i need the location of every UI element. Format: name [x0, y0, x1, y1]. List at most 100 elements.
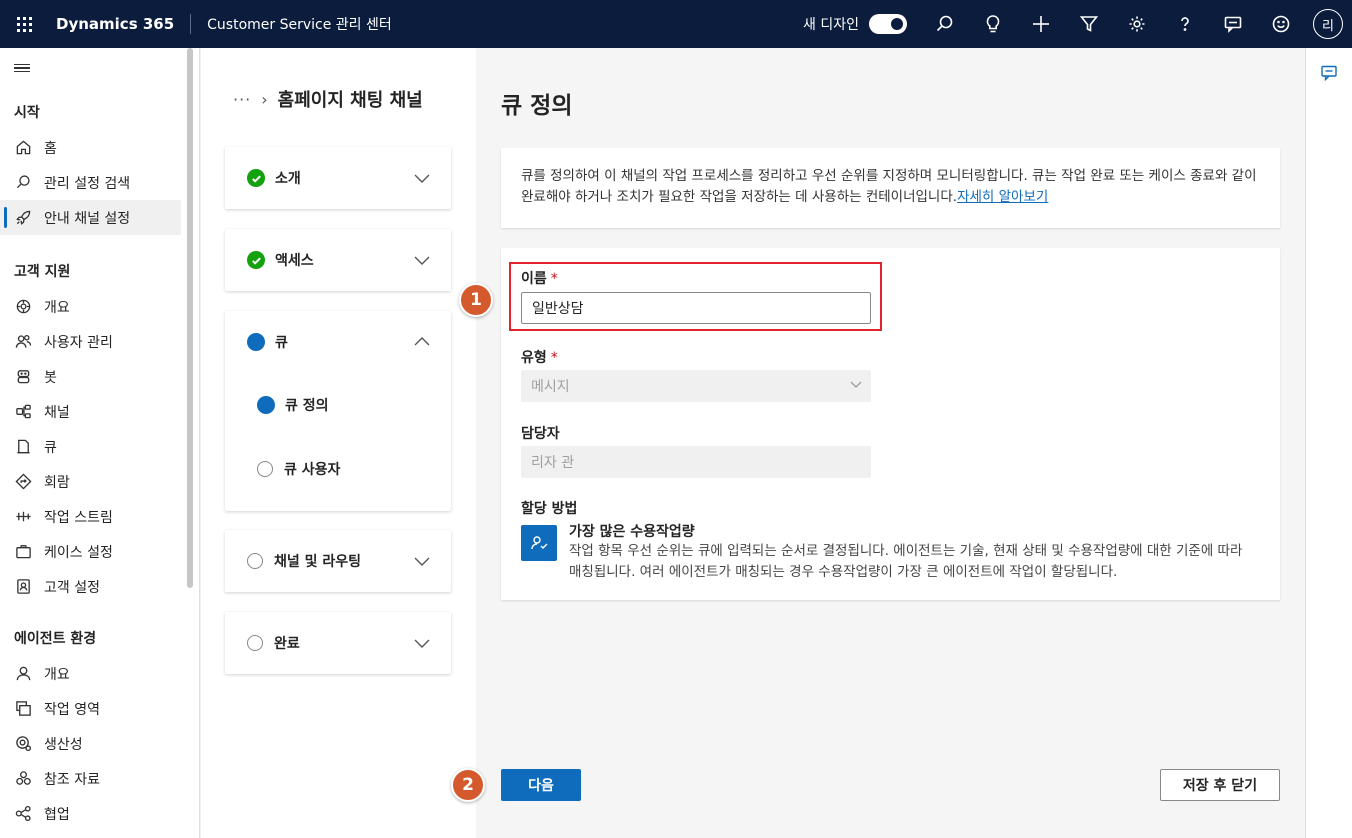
step-finish[interactable]: 완료 — [225, 612, 451, 674]
help-icon[interactable] — [1161, 0, 1209, 48]
hamburger-menu-icon[interactable] — [0, 48, 199, 88]
step-access[interactable]: 액세스 — [225, 229, 451, 291]
bot-icon — [14, 368, 32, 386]
check-circle-icon — [247, 251, 265, 269]
sidebar-item-label: 협업 — [44, 806, 70, 823]
sidebar-item-channels[interactable]: 채널 — [0, 394, 181, 429]
step-channel-routing[interactable]: 채널 및 라우팅 — [225, 530, 451, 592]
sidebar-item-admin-search[interactable]: 관리 설정 검색 — [0, 165, 181, 200]
nav-section-title: 에이전트 환경 — [14, 631, 97, 647]
contact-icon — [14, 578, 32, 596]
step-queue[interactable]: 큐 큐 정의 큐 사용자 — [225, 311, 451, 511]
productivity-icon — [14, 735, 32, 753]
sidebar-item-bots[interactable]: 봇 — [0, 359, 181, 394]
current-substep-dot-icon — [257, 396, 275, 414]
sidebar-item-workspaces[interactable]: 작업 영역 — [0, 691, 181, 726]
plus-icon[interactable] — [1017, 0, 1065, 48]
empty-circle-icon — [247, 553, 263, 569]
search-icon — [14, 174, 32, 192]
sidebar-item-user-management[interactable]: 사용자 관리 — [0, 324, 181, 359]
owner-label: 담당자 — [521, 426, 560, 442]
step-label: 큐 — [275, 335, 288, 351]
info-card: 큐를 정의하여 이 채널의 작업 프로세스를 정리하고 우선 순위를 지정하며 … — [501, 148, 1280, 228]
settings-icon[interactable] — [1113, 0, 1161, 48]
name-label: 이름 * — [521, 271, 558, 287]
step-label: 액세스 — [275, 253, 314, 269]
assignment-person-icon — [521, 525, 557, 561]
left-navigation: 시작 홈 관리 설정 검색 안내 채널 설정 고객 지원 개요 사용자 관리 봇… — [0, 48, 200, 838]
check-circle-icon — [247, 169, 265, 187]
app-launcher-icon[interactable] — [0, 0, 48, 48]
sidebar-item-queues[interactable]: 큐 — [0, 429, 181, 464]
breadcrumb-more-button[interactable]: ··· — [233, 90, 251, 109]
chevron-down-icon[interactable] — [413, 251, 431, 269]
page-title: 큐 정의 — [501, 93, 573, 119]
sidebar-item-productivity[interactable]: 생산성 — [0, 726, 181, 761]
chevron-right-icon: › — [261, 89, 268, 109]
sidebar-item-knowledge[interactable]: 참조 자료 — [0, 761, 181, 796]
next-button[interactable]: 다음 — [501, 769, 581, 801]
new-design-toggle[interactable] — [869, 14, 907, 34]
sidebar-item-label: 참조 자료 — [44, 771, 100, 788]
substep-queue-definition[interactable]: 큐 정의 — [225, 373, 451, 437]
owner-input[interactable]: 리자 관 — [521, 446, 871, 478]
routing-icon — [14, 473, 32, 491]
sidebar-item-routing[interactable]: 회람 — [0, 464, 181, 499]
name-input[interactable]: 일반상담 — [521, 292, 871, 324]
sidebar-item-overview[interactable]: 개요 — [0, 289, 181, 324]
knowledge-icon — [14, 770, 32, 788]
sidebar-item-agent-overview[interactable]: 개요 — [0, 656, 181, 691]
sidebar-item-label: 안내 채널 설정 — [44, 210, 131, 227]
sidebar-item-label: 작업 영역 — [44, 701, 100, 718]
brand-name[interactable]: Dynamics 365 — [48, 14, 192, 34]
sidebar-item-label: 케이스 설정 — [44, 544, 113, 561]
chevron-down-icon[interactable] — [413, 552, 431, 570]
avatar[interactable]: 리 — [1313, 9, 1343, 39]
chevron-up-icon[interactable] — [413, 333, 431, 351]
save-and-close-button[interactable]: 저장 후 닫기 — [1160, 769, 1280, 801]
sidebar-item-label: 생산성 — [44, 736, 83, 753]
step-badge-1: 1 — [459, 283, 493, 317]
collaboration-icon — [14, 805, 32, 823]
workspace-icon — [14, 700, 32, 718]
chevron-down-icon[interactable] — [413, 634, 431, 652]
sidebar-item-customer-settings[interactable]: 고객 설정 — [0, 569, 181, 604]
sidebar-item-collaboration[interactable]: 협업 — [0, 796, 181, 831]
sidebar-item-home[interactable]: 홈 — [0, 130, 181, 165]
lightbulb-icon[interactable] — [969, 0, 1017, 48]
step-intro[interactable]: 소개 — [225, 147, 451, 209]
learn-more-link[interactable]: 자세히 알아보기 — [957, 189, 1048, 205]
substep-queue-users[interactable]: 큐 사용자 — [225, 437, 451, 501]
chevron-down-icon[interactable] — [413, 169, 431, 187]
sidebar-item-label: 고객 설정 — [44, 579, 100, 596]
assignment-method-label: 할당 방법 — [521, 501, 578, 517]
wizard-steps-panel: ··· › 홈페이지 채팅 채널 소개 액세스 큐 큐 정의 큐 사용자 채널 … — [201, 48, 476, 838]
substep-label: 큐 정의 — [285, 398, 329, 414]
sidebar-scrollbar[interactable] — [187, 48, 193, 588]
sidebar-item-label: 관리 설정 검색 — [44, 175, 131, 192]
search-icon[interactable] — [921, 0, 969, 48]
top-bar: Dynamics 365 Customer Service 관리 센터 새 디자… — [0, 0, 1352, 48]
assignment-method-description: 작업 항목 우선 순위는 큐에 입력되는 순서로 결정됩니다. 에이전트는 기술… — [569, 543, 1243, 580]
chevron-down-icon — [849, 377, 863, 395]
breadcrumb: ··· › 홈페이지 채팅 채널 — [233, 86, 423, 112]
filter-icon[interactable] — [1065, 0, 1113, 48]
home-icon — [14, 139, 32, 157]
sidebar-item-label: 홈 — [44, 140, 57, 157]
nav-section-title: 고객 지원 — [14, 264, 71, 280]
feedback-icon[interactable] — [1209, 0, 1257, 48]
sidebar-item-guided-channel-setup[interactable]: 안내 채널 설정 — [0, 200, 181, 235]
empty-circle-icon — [247, 635, 263, 651]
info-text: 큐를 정의하여 이 채널의 작업 프로세스를 정리하고 우선 순위를 지정하며 … — [521, 168, 1257, 205]
overview-icon — [14, 298, 32, 316]
sidebar-item-label: 큐 — [44, 439, 57, 456]
smiley-icon[interactable] — [1257, 0, 1305, 48]
nav-section-title: 시작 — [14, 105, 40, 121]
sidebar-item-case-settings[interactable]: 케이스 설정 — [0, 534, 181, 569]
new-design-label: 새 디자인 — [803, 17, 859, 33]
chat-icon[interactable] — [1320, 64, 1338, 86]
people-icon — [14, 333, 32, 351]
step-badge-2: 2 — [451, 768, 485, 802]
type-select[interactable]: 메시지 — [521, 370, 871, 402]
sidebar-item-workstreams[interactable]: 작업 스트림 — [0, 499, 181, 534]
